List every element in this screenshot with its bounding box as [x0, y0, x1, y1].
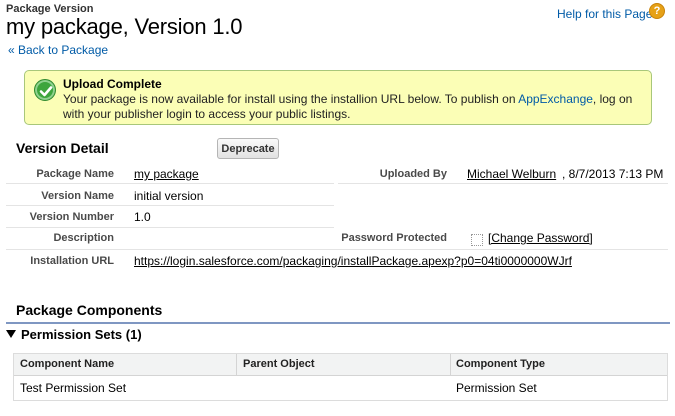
column-header-component-name: Component Name [20, 358, 115, 370]
row-divider [6, 249, 668, 250]
package-name-link[interactable]: my package [134, 167, 199, 181]
password-protected-checkbox [471, 234, 483, 246]
installation-url-link[interactable]: https://login.salesforce.com/packaging/i… [134, 254, 572, 268]
help-for-this-page-link[interactable]: Help for this Page [557, 7, 652, 21]
deprecate-button[interactable]: Deprecate [217, 138, 279, 159]
package-components-title: Package Components [16, 302, 163, 318]
row-divider [338, 183, 668, 184]
version-number-label: Version Number [29, 211, 114, 223]
alert-title: Upload Complete [63, 77, 162, 91]
change-password-link[interactable]: [Change Password] [488, 231, 593, 245]
page-title: my package, Version 1.0 [6, 14, 243, 39]
uploaded-date: , 8/7/2013 7:13 PM [562, 167, 664, 181]
installation-url-label: Installation URL [30, 255, 114, 267]
column-header-parent-object: Parent Object [243, 358, 315, 370]
version-number-value: 1.0 [134, 210, 151, 224]
row-divider [6, 227, 334, 228]
upload-complete-alert: Upload Complete Your package is now avai… [24, 70, 652, 125]
column-divider [450, 354, 451, 376]
alert-message: Your package is now available for instal… [63, 92, 647, 122]
description-label: Description [53, 232, 114, 244]
package-name-label: Package Name [36, 168, 114, 180]
uploaded-by-link[interactable]: Michael Welburn [467, 167, 556, 181]
row-divider [6, 205, 334, 206]
table-row: Test Permission Set Permission Set [14, 376, 667, 400]
version-detail-title: Version Detail [16, 140, 109, 156]
check-circle-icon [34, 79, 56, 101]
component-name-cell: Test Permission Set [20, 381, 127, 395]
permission-sets-toggle[interactable]: Permission Sets (1) [6, 327, 142, 342]
appexchange-link[interactable]: AppExchange [518, 92, 593, 106]
collapse-triangle-icon [6, 330, 16, 338]
version-name-label: Version Name [41, 190, 114, 202]
uploaded-by-label: Uploaded By [379, 168, 447, 180]
component-type-cell: Permission Set [456, 381, 537, 395]
version-name-value: initial version [134, 189, 204, 203]
column-divider [236, 354, 237, 376]
column-header-component-type: Component Type [456, 358, 546, 370]
alert-message-text: Your package is now available for instal… [63, 92, 519, 106]
help-icon[interactable]: ? [649, 3, 665, 19]
table-header: Component Name Parent Object Component T… [14, 354, 667, 376]
components-table: Component Name Parent Object Component T… [13, 353, 668, 401]
back-to-package-link[interactable]: « Back to Package [8, 43, 108, 57]
section-rule [6, 322, 670, 324]
permission-sets-header: Permission Sets (1) [21, 327, 142, 342]
row-divider [6, 183, 334, 184]
password-protected-label: Password Protected [341, 232, 447, 244]
